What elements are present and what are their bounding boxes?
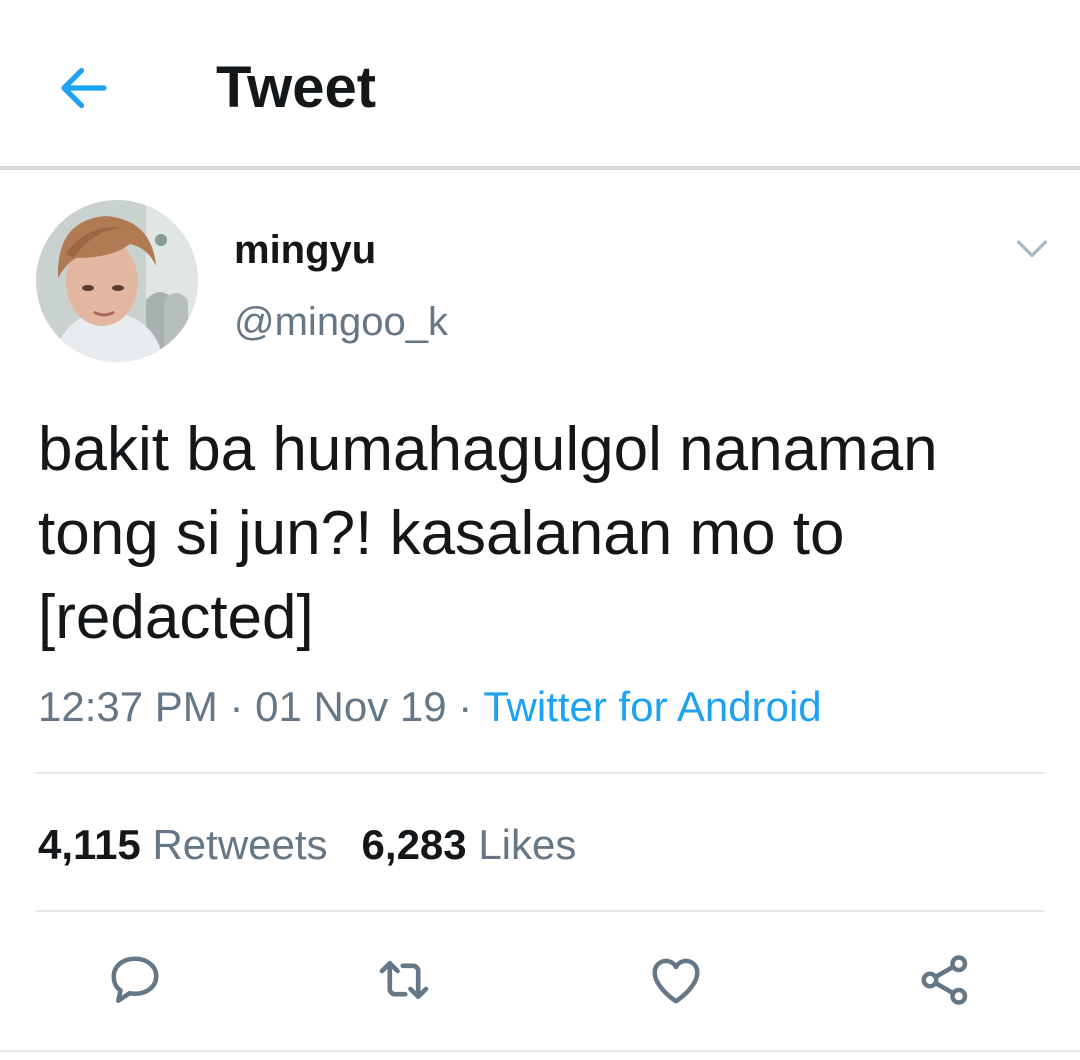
chevron-down-icon xyxy=(1016,240,1048,258)
heart-icon xyxy=(652,958,700,1004)
stats-divider-top xyxy=(36,772,1044,774)
tweet-meta: 12:37 PM · 01 Nov 19 · Twitter for Andro… xyxy=(38,680,822,734)
tweet-source-link[interactable]: Twitter for Android xyxy=(483,683,821,730)
meta-separator: · xyxy=(229,683,244,730)
tweet-menu-button[interactable] xyxy=(1006,222,1058,274)
reply-button[interactable] xyxy=(99,944,171,1016)
likes-count: 6,283 xyxy=(361,821,467,868)
retweet-icon xyxy=(379,960,429,1000)
avatar[interactable] xyxy=(36,200,198,362)
top-app-bar: Tweet xyxy=(0,0,1080,166)
back-button[interactable] xyxy=(48,52,120,124)
header-divider xyxy=(0,166,1080,170)
author-handle[interactable]: @mingoo_k xyxy=(234,298,448,346)
share-button[interactable] xyxy=(909,944,981,1016)
tweet-text: bakit ba humahagulgol nanaman tong si ju… xyxy=(38,415,938,652)
author-display-name[interactable]: mingyu xyxy=(234,226,376,274)
meta-separator: · xyxy=(458,683,473,730)
likes-label: Likes xyxy=(478,821,577,868)
like-button[interactable] xyxy=(640,944,712,1016)
share-icon xyxy=(921,955,968,1005)
reply-icon xyxy=(111,956,159,1003)
retweets-stat[interactable]: 4,115 Retweets xyxy=(38,821,328,868)
tweet-date: 01 Nov 19 xyxy=(255,683,447,730)
tweet-stats: 4,115 Retweets 6,283 Likes xyxy=(38,818,576,872)
retweets-count: 4,115 xyxy=(38,821,141,868)
likes-stat[interactable]: 6,283 Likes xyxy=(362,821,577,868)
avatar-image xyxy=(36,200,198,362)
retweets-label: Retweets xyxy=(152,821,328,868)
page-title: Tweet xyxy=(216,55,377,120)
tweet-time: 12:37 PM xyxy=(38,683,218,730)
bottom-divider xyxy=(0,1050,1080,1052)
stats-divider-bottom xyxy=(36,910,1044,912)
arrow-left-icon xyxy=(61,67,107,109)
retweet-button[interactable] xyxy=(368,944,440,1016)
